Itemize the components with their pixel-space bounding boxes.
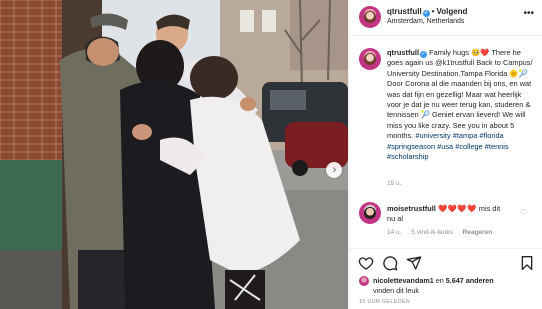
car-wheel xyxy=(292,160,308,176)
comment-item: moisetrustfull ❤️❤️❤️❤️ mis dit nu al ♡ … xyxy=(349,200,542,240)
wall-base xyxy=(0,250,62,309)
caption-part: Family hugs xyxy=(429,48,471,57)
dot-separator: • xyxy=(431,7,435,16)
window xyxy=(262,10,276,32)
family-hug-photo xyxy=(0,0,348,309)
follow-status-button[interactable]: Volgend xyxy=(436,7,467,16)
comment-likes-count[interactable]: 5 vind-ik-leuks xyxy=(411,229,453,236)
van-window xyxy=(270,90,306,110)
green-tiles xyxy=(0,160,62,250)
emoji: 🌞🎾 xyxy=(509,68,528,78)
author-row: qtrustfull ✓ • Volgend xyxy=(387,7,467,17)
man-left-face xyxy=(87,38,119,66)
first-liker-username[interactable]: nicolettevandam1 xyxy=(373,276,434,285)
hand xyxy=(132,124,152,140)
likes-others-count[interactable]: 5.647 anderen xyxy=(446,276,494,285)
author-avatar[interactable] xyxy=(359,6,381,28)
action-bar xyxy=(349,248,542,272)
heart-icon[interactable] xyxy=(358,255,374,271)
comment-hearts: ❤️❤️❤️❤️ xyxy=(437,204,477,213)
post-details-panel: qtrustfull ✓ • Volgend Amsterdam, Netherlan… xyxy=(348,0,542,309)
comment-timestamp: 14 u. xyxy=(387,229,402,236)
next-photo-button[interactable]: › xyxy=(326,162,342,178)
commenter-avatar[interactable] xyxy=(359,202,381,224)
caption-username[interactable]: qtrustfull xyxy=(387,48,419,57)
author-username[interactable]: qtrustfull xyxy=(387,7,422,16)
likes-summary: nicolettevandam1 en 5.647 anderen vinden… xyxy=(359,274,539,296)
comment-text: moisetrustfull ❤️❤️❤️❤️ mis dit nu al xyxy=(387,204,507,224)
reply-button[interactable]: Reageren xyxy=(463,229,493,236)
comment-icon[interactable] xyxy=(382,255,398,271)
window xyxy=(240,10,254,32)
likes-connector: en xyxy=(433,276,446,285)
verified-badge-icon: ✓ xyxy=(420,51,428,58)
emoji: 🎾 xyxy=(420,110,430,120)
caption-text: qtrustfull ✓ Family hugs 🥺❤️ There he goe… xyxy=(387,48,537,162)
post-header: qtrustfull ✓ • Volgend Amsterdam, Netherlan… xyxy=(349,0,542,36)
comment-like-heart-icon[interactable]: ♡ xyxy=(520,208,527,217)
emoji: 🥺❤️ xyxy=(471,48,490,57)
comment-meta: 14 u. 5 vind-ik-leuks Reageren xyxy=(387,229,500,236)
bookmark-icon[interactable] xyxy=(519,255,535,271)
verified-badge-icon: ✓ xyxy=(422,10,430,17)
caption-timestamp: 15 u. xyxy=(387,180,402,187)
parked-red-car xyxy=(285,122,348,168)
paper-plane-icon[interactable] xyxy=(406,255,422,271)
hand xyxy=(240,97,256,111)
commenter-username[interactable]: moisetrustfull xyxy=(387,204,436,213)
post-photo[interactable]: › xyxy=(0,0,348,309)
post-timestamp[interactable]: 15 UUR GELEDEN xyxy=(359,299,410,305)
caption-author-avatar[interactable] xyxy=(359,48,381,70)
instagram-post: › qtrustfull ✓ • Volgend Amsterdam, Netherl… xyxy=(0,0,542,309)
likes-suffix: vinden dit leuk xyxy=(373,286,419,295)
background-building xyxy=(290,0,348,70)
more-options-icon[interactable]: ••• xyxy=(523,9,534,19)
woman-white-hair xyxy=(190,56,238,100)
liker-avatar[interactable] xyxy=(359,276,369,286)
post-location[interactable]: Amsterdam, Netherlands xyxy=(387,18,464,25)
man-left-jeans xyxy=(78,250,128,309)
chevron-right-icon: › xyxy=(332,163,337,176)
likes-text: nicolettevandam1 en 5.647 anderen vinden… xyxy=(373,276,542,296)
